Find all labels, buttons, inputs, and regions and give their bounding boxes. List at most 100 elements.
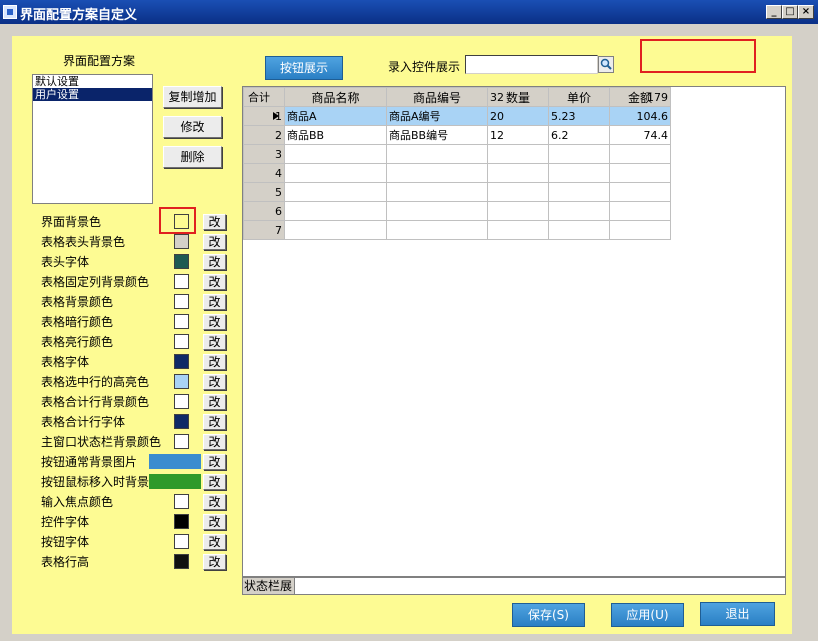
entry-label: 录入控件展示 <box>388 60 461 74</box>
cell-code[interactable]: 商品BB编号 <box>386 125 488 145</box>
minimize-button[interactable]: _ <box>766 5 782 19</box>
cell-price[interactable] <box>548 163 610 183</box>
window-title: 界面配置方案自定义 <box>20 8 138 23</box>
cell-qty[interactable] <box>487 163 549 183</box>
product-grid[interactable]: 行号 商品名称 商品编号 数量 单价 金额 1商品A商品A编号205.23104… <box>243 87 671 240</box>
save-button[interactable]: 保存(S) <box>512 603 585 627</box>
cell-qty[interactable]: 12 <box>487 125 549 145</box>
cell-name[interactable] <box>284 220 387 240</box>
apply-button[interactable]: 应用(U) <box>611 603 684 627</box>
maximize-button[interactable]: □ <box>782 5 798 19</box>
cell-name[interactable] <box>284 201 387 221</box>
total-label: 合计 <box>243 87 285 107</box>
cell-price[interactable] <box>548 220 610 240</box>
demo-button[interactable]: 按钮展示 <box>265 56 343 80</box>
property-label: 控件字体 <box>41 515 90 529</box>
change-button[interactable]: 改 <box>203 394 226 410</box>
change-button[interactable]: 改 <box>203 214 226 230</box>
scheme-item-default[interactable]: 默认设置 <box>33 75 152 88</box>
cell-amount[interactable] <box>609 144 671 164</box>
row-number[interactable]: 5 <box>243 182 285 202</box>
color-swatch <box>174 374 189 389</box>
change-button[interactable]: 改 <box>203 334 226 350</box>
cell-amount[interactable] <box>609 220 671 240</box>
cell-price[interactable] <box>548 182 610 202</box>
cell-name[interactable] <box>284 182 387 202</box>
cell-name[interactable]: 商品BB <box>284 125 387 145</box>
exit-button[interactable]: 退出 <box>700 602 775 626</box>
table-row[interactable]: 4 <box>243 163 671 183</box>
cell-qty[interactable] <box>487 144 549 164</box>
row-number[interactable]: 4 <box>243 163 285 183</box>
cell-code[interactable] <box>386 144 488 164</box>
total-price <box>548 87 610 107</box>
change-button[interactable]: 改 <box>203 494 226 510</box>
close-button[interactable]: × <box>798 5 814 19</box>
image-preview <box>149 474 201 489</box>
change-button[interactable]: 改 <box>203 534 226 550</box>
color-swatch <box>174 314 189 329</box>
change-button[interactable]: 改 <box>203 474 226 490</box>
property-label: 表格行高 <box>41 555 90 569</box>
table-row[interactable]: 5 <box>243 182 671 202</box>
cell-qty[interactable] <box>487 182 549 202</box>
cell-amount[interactable]: 104.6 <box>609 106 671 126</box>
total-code <box>386 87 488 107</box>
table-row[interactable]: 6 <box>243 201 671 221</box>
change-button[interactable]: 改 <box>203 514 226 530</box>
change-button[interactable]: 改 <box>203 294 226 310</box>
change-button[interactable]: 改 <box>203 234 226 250</box>
change-button[interactable]: 改 <box>203 434 226 450</box>
change-button[interactable]: 改 <box>203 374 226 390</box>
cell-amount[interactable]: 74.4 <box>609 125 671 145</box>
scheme-item-user[interactable]: 用户设置 <box>33 88 152 101</box>
color-swatch <box>174 334 189 349</box>
row-number[interactable]: 7 <box>243 220 285 240</box>
change-button[interactable]: 改 <box>203 414 226 430</box>
row-number[interactable]: 2 <box>243 125 285 145</box>
table-row[interactable]: 3 <box>243 144 671 164</box>
cell-code[interactable] <box>386 182 488 202</box>
entry-search-button[interactable] <box>598 56 614 73</box>
color-swatch <box>174 254 189 269</box>
cell-price[interactable]: 5.23 <box>548 106 610 126</box>
change-button[interactable]: 改 <box>203 554 226 570</box>
cell-price[interactable]: 6.2 <box>548 125 610 145</box>
cell-qty[interactable] <box>487 220 549 240</box>
cell-qty[interactable] <box>487 201 549 221</box>
cell-code[interactable]: 商品A编号 <box>386 106 488 126</box>
change-button[interactable]: 改 <box>203 274 226 290</box>
property-label: 表格选中行的高亮色 <box>41 375 150 389</box>
cell-amount[interactable] <box>609 201 671 221</box>
property-label: 表格暗行颜色 <box>41 315 114 329</box>
change-button[interactable]: 改 <box>203 314 226 330</box>
scheme-list[interactable]: 默认设置 用户设置 <box>32 74 153 204</box>
grid-area[interactable]: 行号 商品名称 商品编号 数量 单价 金额 1商品A商品A编号205.23104… <box>242 86 786 577</box>
cell-price[interactable] <box>548 201 610 221</box>
cell-name[interactable]: 商品A <box>284 106 387 126</box>
cell-price[interactable] <box>548 144 610 164</box>
cell-code[interactable] <box>386 201 488 221</box>
copy-add-button[interactable]: 复制增加 <box>163 86 222 108</box>
table-row[interactable]: 1 商品A 商品A编号 20 5.23 104.6 <box>243 106 671 126</box>
change-button[interactable]: 改 <box>203 454 226 470</box>
delete-scheme-button[interactable]: 删除 <box>163 146 222 168</box>
cell-name[interactable] <box>284 144 387 164</box>
color-swatch <box>174 234 189 249</box>
cell-code[interactable] <box>386 163 488 183</box>
table-row[interactable]: 2 商品BB 商品BB编号 12 6.2 74.4 <box>243 125 671 145</box>
change-button[interactable]: 改 <box>203 254 226 270</box>
cell-code[interactable] <box>386 220 488 240</box>
row-number[interactable]: 1 <box>243 106 285 126</box>
cell-qty[interactable]: 20 <box>487 106 549 126</box>
edit-scheme-button[interactable]: 修改 <box>163 116 222 138</box>
row-number[interactable]: 3 <box>243 144 285 164</box>
search-icon <box>600 58 612 70</box>
entry-input[interactable] <box>465 55 598 74</box>
cell-name[interactable] <box>284 163 387 183</box>
change-button[interactable]: 改 <box>203 354 226 370</box>
row-number[interactable]: 6 <box>243 201 285 221</box>
cell-amount[interactable] <box>609 182 671 202</box>
table-row[interactable]: 7 <box>243 220 671 240</box>
cell-amount[interactable] <box>609 163 671 183</box>
